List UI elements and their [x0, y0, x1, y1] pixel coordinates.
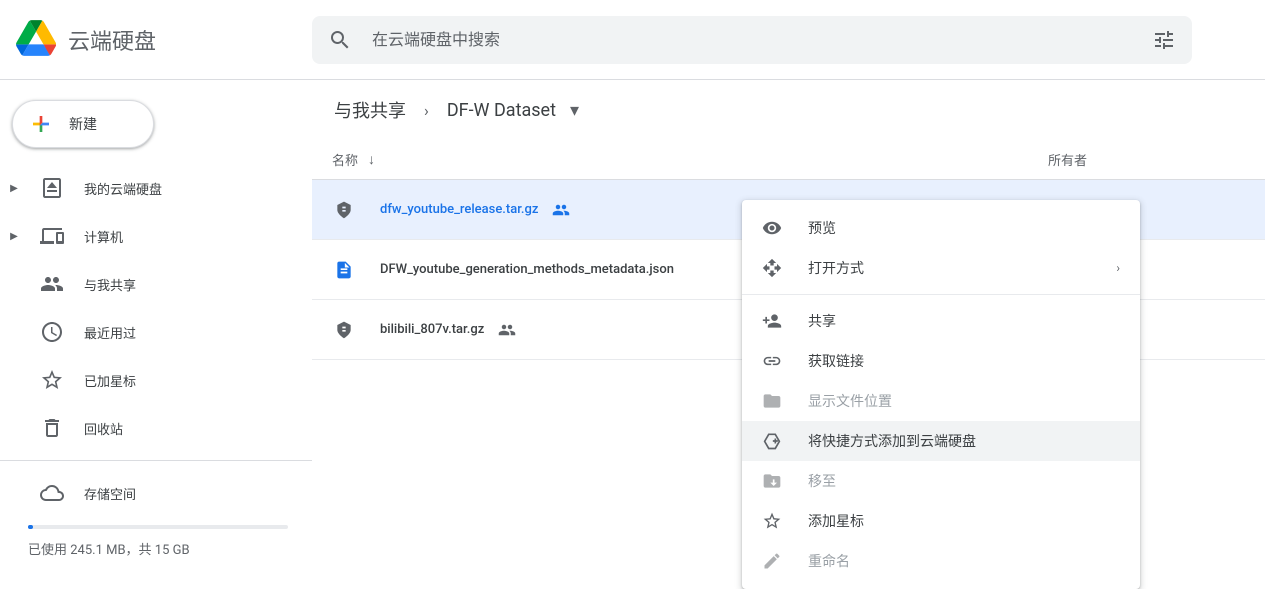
chevron-right-icon: ›	[1116, 261, 1120, 275]
menu-item-star[interactable]: 添加星标	[742, 501, 1140, 541]
computers-icon	[40, 224, 64, 248]
nav-trash[interactable]: 回收站	[0, 404, 300, 452]
menu-label: 获取链接	[808, 351, 1120, 371]
search-icon	[328, 28, 352, 52]
app-title: 云端硬盘	[68, 24, 156, 56]
nav-computers[interactable]: ▶ 计算机	[0, 212, 300, 260]
file-name: bilibili_807v.tar.gz	[380, 322, 484, 337]
storage-section: 存储空间	[0, 469, 312, 517]
search-bar[interactable]	[312, 16, 1192, 64]
shared-icon	[552, 201, 570, 219]
person-add-icon	[762, 311, 782, 331]
star-icon	[762, 511, 782, 531]
nav-label: 回收站	[84, 419, 123, 438]
menu-item-rename: 重命名	[742, 541, 1140, 581]
nav-label: 我的云端硬盘	[84, 179, 162, 198]
folder-icon	[762, 391, 782, 411]
logo-area[interactable]: 云端硬盘	[16, 18, 312, 62]
new-button[interactable]: 新建	[12, 100, 154, 148]
nav-label: 与我共享	[84, 275, 136, 294]
document-icon	[332, 260, 356, 280]
column-owner[interactable]: 所有者	[1048, 150, 1265, 169]
menu-item-open[interactable]: 打开方式 ›	[742, 248, 1140, 288]
trash-icon	[40, 416, 64, 440]
divider	[0, 460, 312, 461]
menu-label: 移至	[808, 471, 1120, 491]
nav-label: 最近用过	[84, 323, 136, 342]
move-icon	[762, 471, 782, 491]
breadcrumb: 与我共享 › DF-W Dataset ▾	[312, 80, 1265, 140]
open-icon	[762, 258, 782, 278]
menu-item-person-add[interactable]: 共享	[742, 301, 1140, 341]
shared-icon	[498, 321, 516, 339]
clock-icon	[40, 320, 64, 344]
storage-bar-fill	[28, 525, 33, 529]
nav-label: 存储空间	[84, 484, 136, 503]
nav-shared-with-me[interactable]: 与我共享	[0, 260, 300, 308]
table-header: 名称 ↓ 所有者	[312, 140, 1265, 180]
eye-icon	[762, 218, 782, 238]
menu-label: 打开方式	[808, 258, 1090, 278]
file-name: dfw_youtube_release.tar.gz	[380, 202, 538, 217]
link-icon	[762, 351, 782, 371]
menu-item-move: 移至	[742, 461, 1140, 501]
storage-text: 已使用 245.1 MB，共 15 GB	[28, 539, 312, 558]
menu-item-eye[interactable]: 预览	[742, 208, 1140, 248]
search-input[interactable]	[372, 30, 1152, 49]
chevron-right-icon: ▶	[8, 183, 20, 194]
menu-label: 显示文件位置	[808, 391, 1120, 411]
column-name[interactable]: 名称 ↓	[332, 150, 1048, 169]
nav-list: ▶ 我的云端硬盘 ▶ 计算机 与我共享 最近用过 已加星标 回收站	[0, 164, 312, 452]
search-options-icon[interactable]	[1152, 28, 1176, 52]
context-menu: 预览 打开方式 › 共享 获取链接 显示文件位置 将快捷方式添加到云端硬盘 移至…	[742, 200, 1140, 589]
archive-icon	[332, 200, 356, 220]
breadcrumb-folder[interactable]: DF-W Dataset ▾	[447, 100, 579, 121]
menu-divider	[742, 294, 1140, 295]
menu-label: 将快捷方式添加到云端硬盘	[808, 431, 1120, 451]
nav-recent[interactable]: 最近用过	[0, 308, 300, 356]
nav-my-drive[interactable]: ▶ 我的云端硬盘	[0, 164, 300, 212]
menu-item-folder: 显示文件位置	[742, 381, 1140, 421]
drive-icon	[40, 176, 64, 200]
nav-label: 计算机	[84, 227, 123, 246]
menu-label: 添加星标	[808, 511, 1120, 531]
chevron-right-icon: ▶	[8, 231, 20, 242]
cloud-icon	[40, 481, 64, 505]
caret-down-icon: ▾	[570, 100, 579, 121]
new-button-label: 新建	[69, 114, 97, 134]
storage-bar	[28, 525, 288, 529]
archive-icon	[332, 320, 356, 340]
drive-add-icon	[762, 431, 782, 451]
chevron-right-icon: ›	[424, 101, 429, 120]
menu-label: 预览	[808, 218, 1120, 238]
menu-item-link[interactable]: 获取链接	[742, 341, 1140, 381]
sort-down-icon: ↓	[368, 151, 375, 168]
nav-storage[interactable]: 存储空间	[0, 469, 300, 517]
breadcrumb-root[interactable]: 与我共享	[334, 97, 406, 123]
menu-item-drive-add[interactable]: 将快捷方式添加到云端硬盘	[742, 421, 1140, 461]
header: 云端硬盘	[0, 0, 1265, 80]
file-name: DFW_youtube_generation_methods_metadata.…	[380, 262, 674, 277]
shared-icon	[40, 272, 64, 296]
star-icon	[40, 368, 64, 392]
nav-label: 已加星标	[84, 371, 136, 390]
menu-label: 重命名	[808, 551, 1120, 571]
nav-starred[interactable]: 已加星标	[0, 356, 300, 404]
sidebar: 新建 ▶ 我的云端硬盘 ▶ 计算机 与我共享 最近用过 已加星标	[0, 80, 312, 587]
menu-label: 共享	[808, 311, 1120, 331]
drive-logo-icon	[16, 18, 56, 62]
rename-icon	[762, 551, 782, 571]
